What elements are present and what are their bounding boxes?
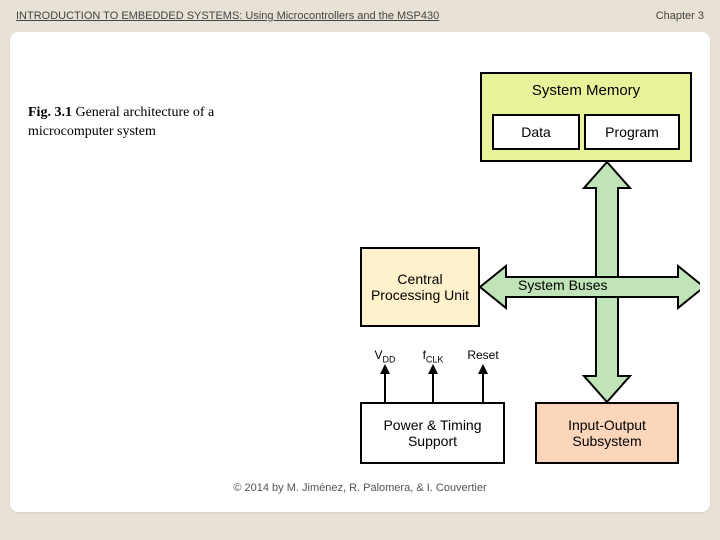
signal-fclk: fCLK — [414, 348, 452, 364]
signal-reset: Reset — [460, 348, 506, 362]
figure-caption: Fig. 3.1 General architecture of a micro… — [28, 104, 248, 142]
memory-data-block: Data — [492, 114, 580, 150]
copyright-footer: © 2014 by M. Jiménez, R. Palomera, & I. … — [10, 482, 710, 494]
system-buses-label: System Buses — [518, 277, 607, 293]
system-memory-title: System Memory — [482, 82, 690, 99]
signal-vdd: VDD — [366, 348, 404, 364]
power-timing-block: Power & Timing Support — [360, 402, 505, 464]
architecture-diagram: System Memory Data Program Central Proce… — [300, 62, 700, 472]
book-title: INTRODUCTION TO EMBEDDED SYSTEMS: Using … — [16, 10, 439, 22]
cpu-block: Central Processing Unit — [360, 247, 480, 327]
system-memory-block: System Memory Data Program — [480, 72, 692, 162]
slide-body: Fig. 3.1 General architecture of a micro… — [10, 32, 710, 512]
io-subsystem-block: Input-Output Subsystem — [535, 402, 679, 464]
figure-number: Fig. 3.1 — [28, 105, 72, 120]
chapter-label: Chapter 3 — [656, 10, 704, 22]
memory-program-block: Program — [584, 114, 680, 150]
slide-header: INTRODUCTION TO EMBEDDED SYSTEMS: Using … — [16, 10, 704, 22]
